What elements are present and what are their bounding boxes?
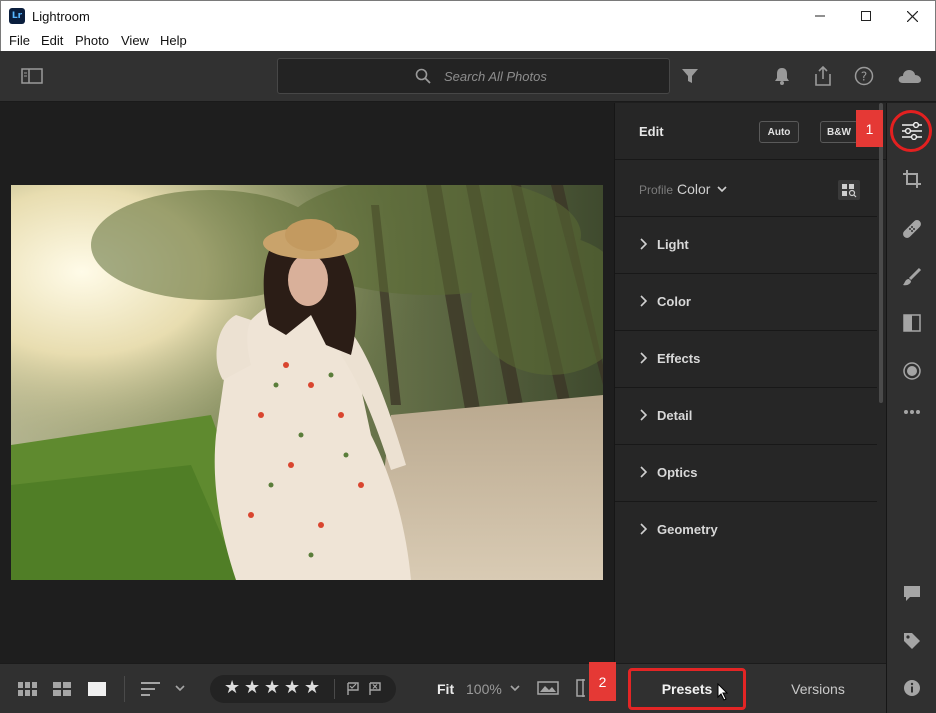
tool-strip: [886, 103, 936, 713]
presets-label: Presets: [661, 681, 713, 697]
chevron-right-icon: [640, 238, 647, 250]
section-color[interactable]: Color: [615, 274, 877, 331]
close-icon: [906, 10, 918, 22]
chevron-down-icon[interactable]: [509, 683, 521, 693]
maximize-icon: [861, 11, 871, 21]
bottom-toolbar: ★ ★ ★ ★ ★ Fit 100%: [0, 663, 886, 713]
comment-icon[interactable]: [887, 578, 936, 608]
menu-view[interactable]: View: [121, 33, 149, 48]
bell-icon[interactable]: [772, 65, 792, 87]
section-label: Detail: [657, 408, 693, 423]
minimize-icon: [815, 15, 825, 17]
flag-pick-icon[interactable]: [346, 682, 360, 696]
info-icon[interactable]: [887, 673, 936, 703]
menu-file[interactable]: File: [9, 33, 30, 48]
section-label: Color: [657, 294, 691, 309]
zoom-level[interactable]: 100%: [466, 681, 502, 697]
help-icon[interactable]: ?: [853, 65, 875, 87]
app-logo: Lr: [9, 8, 25, 24]
menu-edit[interactable]: Edit: [41, 33, 63, 48]
divider: [124, 676, 125, 702]
window-title: Lightroom: [32, 9, 90, 24]
rating-star-icon[interactable]: ★: [264, 678, 280, 698]
cloud-icon[interactable]: [896, 66, 924, 86]
top-toolbar: Search All Photos ?: [0, 51, 936, 102]
minimize-button[interactable]: [797, 1, 843, 31]
rating-star-icon[interactable]: ★: [284, 678, 300, 698]
compare-icon[interactable]: [574, 678, 588, 698]
versions-tab[interactable]: Versions: [760, 668, 876, 710]
menu-bar: File Edit Photo View Help: [0, 30, 936, 51]
rating-star-icon[interactable]: ★: [304, 678, 320, 698]
maximize-button[interactable]: [843, 1, 889, 31]
chevron-right-icon: [640, 523, 647, 535]
rating-star-icon[interactable]: ★: [224, 678, 240, 698]
healing-icon[interactable]: [887, 214, 936, 244]
rating-pill: ★ ★ ★ ★ ★: [210, 675, 396, 703]
menu-photo[interactable]: Photo: [75, 33, 109, 48]
auto-button[interactable]: Auto: [759, 121, 799, 143]
chevron-down-icon[interactable]: [174, 683, 186, 693]
section-label: Optics: [657, 465, 698, 480]
chevron-right-icon: [640, 352, 647, 364]
before-after-icon[interactable]: [537, 678, 559, 698]
chevron-right-icon: [640, 295, 647, 307]
close-button[interactable]: [889, 1, 935, 31]
section-label: Geometry: [657, 522, 718, 537]
panel-toggle-icon[interactable]: [20, 66, 44, 86]
search-icon: [415, 68, 431, 84]
flag-reject-icon[interactable]: [368, 682, 382, 696]
svg-text:?: ?: [861, 70, 867, 84]
highlight-ring: [890, 110, 932, 152]
profile-row: Profile Color: [615, 161, 877, 217]
chevron-down-icon[interactable]: [717, 186, 727, 193]
fit-button[interactable]: Fit: [437, 681, 454, 697]
step-badge-2: 2: [589, 662, 616, 701]
cursor-icon: [717, 683, 729, 701]
section-effects[interactable]: Effects: [615, 331, 877, 388]
title-bar: Lr Lightroom: [0, 0, 936, 30]
section-detail[interactable]: Detail: [615, 388, 877, 445]
step-badge-1: 1: [856, 110, 883, 147]
bw-button[interactable]: B&W: [820, 121, 858, 143]
section-light[interactable]: Light: [615, 217, 877, 274]
profile-label: Profile: [639, 183, 674, 197]
section-geometry[interactable]: Geometry: [615, 502, 877, 559]
section-label: Effects: [657, 351, 701, 366]
photo-grid-icon[interactable]: [52, 680, 72, 698]
chevron-right-icon: [640, 409, 647, 421]
share-icon[interactable]: [812, 64, 834, 88]
panel-scrollbar[interactable]: [879, 103, 883, 403]
detail-view-icon[interactable]: [87, 680, 107, 698]
linear-gradient-icon[interactable]: [887, 308, 936, 338]
chevron-right-icon: [640, 466, 647, 478]
square-grid-icon[interactable]: [18, 680, 38, 698]
brush-icon[interactable]: [887, 262, 936, 292]
filter-icon[interactable]: [680, 66, 700, 86]
menu-help[interactable]: Help: [160, 33, 187, 48]
presets-tab[interactable]: Presets: [628, 668, 746, 710]
divider: [334, 679, 335, 699]
edit-header: Edit Auto B&W: [615, 103, 887, 160]
crop-icon[interactable]: [887, 164, 936, 194]
search-input[interactable]: Search All Photos: [444, 69, 547, 84]
radial-gradient-icon[interactable]: [887, 356, 936, 386]
sort-icon[interactable]: [140, 680, 162, 698]
edit-title: Edit: [639, 124, 664, 139]
photo[interactable]: [11, 185, 603, 580]
search-box[interactable]: Search All Photos: [277, 58, 670, 94]
more-icon[interactable]: [887, 397, 936, 427]
photo-viewer: [0, 103, 614, 663]
rating-star-icon[interactable]: ★: [244, 678, 260, 698]
edit-panel: Edit Auto B&W Profile Color Light Color …: [614, 103, 887, 663]
section-optics[interactable]: Optics: [615, 445, 877, 502]
profile-dropdown[interactable]: Color: [677, 181, 710, 197]
section-label: Light: [657, 237, 689, 252]
tag-icon[interactable]: [887, 626, 936, 656]
profile-browser-icon[interactable]: [838, 180, 860, 200]
